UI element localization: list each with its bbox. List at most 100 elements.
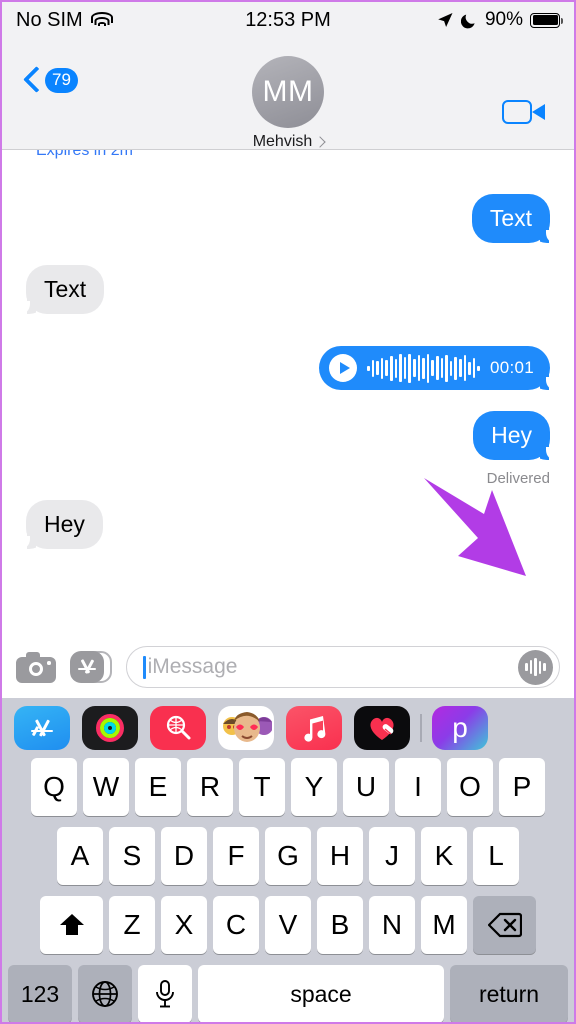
chevron-left-icon — [24, 66, 40, 94]
bubble-tail — [540, 221, 556, 243]
keyboard-row-4: 123 space return — [2, 965, 574, 1022]
key-q[interactable]: Q — [31, 758, 77, 816]
key-d[interactable]: D — [161, 827, 207, 885]
keyboard-row-3: Z X C V B N M — [2, 896, 574, 954]
message-text: Text — [44, 276, 87, 302]
audio-record-button[interactable] — [518, 649, 553, 685]
iphone-screen: No SIM 12:53 PM 90% 79 MM Mehvish Expire… — [0, 0, 576, 1024]
message-bubble-sent[interactable]: Hey — [473, 411, 556, 460]
message-bubble-sent[interactable]: Text — [471, 194, 556, 243]
bubble-tail — [540, 438, 556, 460]
key-t[interactable]: T — [239, 758, 285, 816]
key-a[interactable]: A — [57, 827, 103, 885]
status-bar-right: 90% — [436, 9, 563, 31]
bubble-tail — [20, 292, 36, 314]
video-camera-lens-icon — [532, 104, 545, 120]
contact-header[interactable]: MM Mehvish — [2, 56, 574, 151]
message-bubble-received[interactable]: Hey — [20, 500, 103, 549]
key-n[interactable]: N — [369, 896, 415, 954]
return-key[interactable]: return — [450, 965, 568, 1022]
back-button[interactable]: 79 — [24, 66, 78, 94]
key-p[interactable]: P — [499, 758, 545, 816]
moon-icon — [460, 14, 475, 28]
app-icon-images[interactable] — [150, 706, 206, 750]
key-k[interactable]: K — [421, 827, 467, 885]
chevron-right-icon — [316, 137, 323, 148]
contact-name-label: Mehvish — [252, 133, 313, 150]
app-icon-fitness[interactable] — [354, 706, 410, 750]
audio-duration-label: 00:01 — [489, 358, 534, 377]
location-arrow-icon — [438, 13, 453, 27]
wifi-icon — [90, 12, 113, 28]
avatar: MM — [252, 56, 324, 128]
unread-count-badge: 79 — [45, 67, 78, 93]
backspace-icon — [487, 912, 522, 938]
keyboard-row-2: A S D F G H J K L — [2, 827, 574, 885]
key-f[interactable]: F — [213, 827, 259, 885]
key-o[interactable]: O — [447, 758, 493, 816]
message-input-field[interactable]: iMessage — [126, 646, 560, 688]
backspace-key[interactable] — [473, 896, 536, 954]
imessage-app-drawer[interactable]: p — [2, 698, 574, 758]
key-c[interactable]: C — [213, 896, 259, 954]
key-g[interactable]: G — [265, 827, 311, 885]
message-text: Hey — [491, 422, 532, 448]
video-camera-icon — [502, 100, 532, 124]
key-r[interactable]: R — [187, 758, 233, 816]
key-u[interactable]: U — [343, 758, 389, 816]
camera-icon[interactable] — [16, 651, 56, 683]
key-w[interactable]: W — [83, 758, 129, 816]
key-v[interactable]: V — [265, 896, 311, 954]
shift-arrow-icon — [59, 914, 84, 935]
key-m[interactable]: M — [421, 896, 467, 954]
battery-full-icon — [530, 12, 563, 28]
play-icon[interactable] — [329, 354, 358, 382]
key-b[interactable]: B — [317, 896, 363, 954]
key-l[interactable]: L — [473, 827, 519, 885]
message-text: Hey — [44, 511, 85, 537]
battery-percent-label: 90% — [484, 9, 523, 30]
app-icon-activity[interactable] — [82, 706, 138, 750]
audio-message-bubble[interactable]: 00:01 — [319, 346, 556, 390]
shift-key[interactable] — [40, 896, 103, 954]
key-x[interactable]: X — [161, 896, 207, 954]
app-icon-apple-music[interactable] — [286, 706, 342, 750]
text-caret — [143, 655, 146, 679]
key-i[interactable]: I — [395, 758, 441, 816]
numbers-key[interactable]: 123 — [8, 965, 72, 1022]
key-z[interactable]: Z — [109, 896, 155, 954]
app-store-icon[interactable] — [70, 650, 112, 684]
app-icon-app-store[interactable] — [14, 706, 70, 750]
message-text: Text — [489, 205, 532, 231]
keyboard: p Q W E R T Y U I O P A S D F G H J K L — [2, 698, 574, 1022]
key-j[interactable]: J — [369, 827, 415, 885]
key-e[interactable]: E — [135, 758, 181, 816]
expires-label: Expires in 2m — [36, 150, 133, 159]
conversation-area[interactable]: Expires in 2m Text Text 00:01 Hey Delive… — [2, 150, 574, 636]
nav-bar: 79 MM Mehvish — [2, 38, 574, 150]
globe-icon — [92, 981, 118, 1007]
status-bar-left: No SIM — [16, 9, 113, 32]
key-y[interactable]: Y — [291, 758, 337, 816]
dictation-key[interactable] — [138, 965, 192, 1022]
status-bar: No SIM 12:53 PM 90% — [2, 2, 574, 38]
delivery-status-label: Delivered — [486, 470, 550, 487]
bubble-tail — [20, 527, 36, 549]
carrier-label: No SIM — [16, 8, 83, 31]
facetime-button[interactable] — [502, 98, 546, 126]
key-h[interactable]: H — [317, 827, 363, 885]
app-icon-phhhoto[interactable]: p — [432, 706, 488, 750]
message-bubble-received[interactable]: Text — [20, 265, 105, 314]
contact-name-row: Mehvish — [253, 133, 324, 151]
message-input-bar: iMessage — [2, 636, 574, 698]
key-s[interactable]: S — [109, 827, 155, 885]
app-drawer-divider — [420, 714, 422, 742]
app-icon-memoji[interactable] — [218, 706, 274, 750]
keyboard-row-1: Q W E R T Y U I O P — [2, 758, 574, 816]
microphone-icon — [156, 980, 174, 1008]
globe-key[interactable] — [78, 965, 132, 1022]
bubble-tail — [540, 368, 556, 390]
message-input-placeholder: iMessage — [147, 655, 238, 678]
waveform-icon — [367, 353, 480, 383]
space-key[interactable]: space — [198, 965, 444, 1022]
